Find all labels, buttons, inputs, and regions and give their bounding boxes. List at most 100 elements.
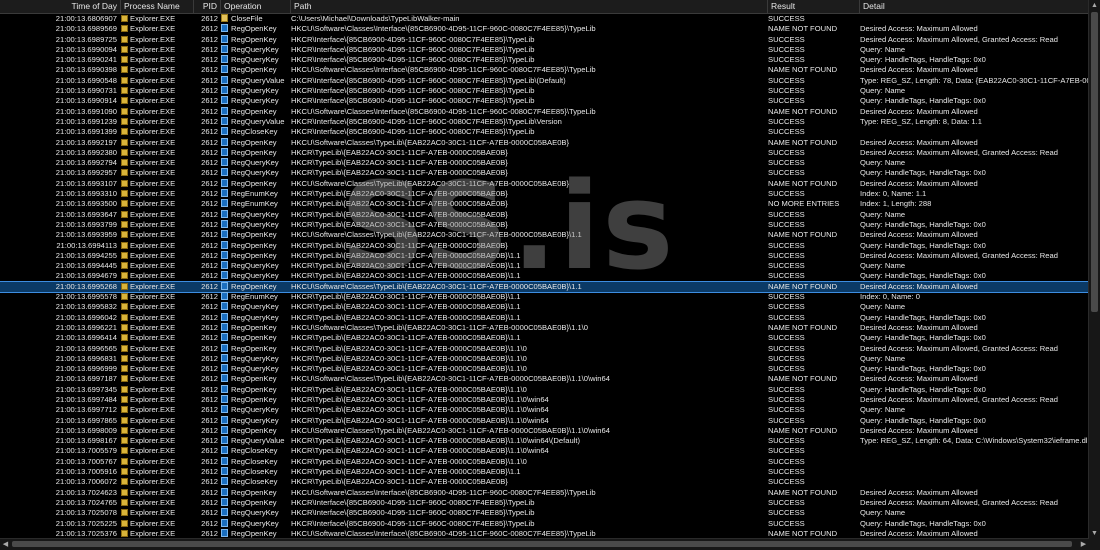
table-row[interactable]: 21:00:13.6996414 Explorer.EXE 2612 RegOpenK… (0, 333, 1089, 343)
table-row[interactable]: 21:00:13.7006072 Explorer.EXE 2612 RegClose… (0, 477, 1089, 487)
table-row[interactable]: 21:00:13.7005767 Explorer.EXE 2612 RegClose… (0, 456, 1089, 467)
table-row[interactable]: 21:00:13.6991239 Explorer.EXE 2612 RegQuery… (0, 116, 1089, 127)
operation-cell: RegQueryKey (221, 353, 289, 364)
vertical-scrollbar[interactable]: ▲ ▼ (1088, 0, 1100, 539)
scroll-right-icon[interactable]: ▶ (1078, 539, 1089, 550)
path-cell: HKCR\Interface\{85CB6900-4D95-11CF-960C-… (291, 116, 562, 126)
table-row[interactable]: 21:00:13.6997484 Explorer.EXE 2612 RegOpenK… (0, 394, 1089, 405)
pid-cell: 2612 (201, 364, 218, 374)
path-cell: HKCR\TypeLib\{EAB22AC0-30C1-11CF-A7EB-00… (291, 158, 508, 168)
operation-name: RegOpenKey (231, 240, 277, 250)
process-cell: Explorer.EXE (121, 261, 193, 271)
detail-cell (860, 457, 1089, 467)
table-row[interactable]: 21:00:13.6994679 Explorer.EXE 2612 RegQuery… (0, 271, 1089, 281)
explorer-process-icon (121, 159, 128, 167)
table-row[interactable]: 21:00:13.6994445 Explorer.EXE 2612 RegQuery… (0, 261, 1089, 271)
table-row[interactable]: 21:00:13.6806907 Explorer.EXE 2612 CloseFil… (0, 14, 1089, 24)
registry-operation-icon (221, 353, 228, 362)
time-cell: 21:00:13.6994679 (55, 271, 117, 281)
table-row[interactable]: 21:00:13.6995832 Explorer.EXE 2612 RegQuery… (0, 302, 1089, 312)
table-row[interactable]: 21:00:13.6991399 Explorer.EXE 2612 RegClose… (0, 127, 1089, 137)
operation-name: RegOpenKey (231, 343, 277, 353)
table-row[interactable]: 21:00:13.6990398 Explorer.EXE 2612 RegOpenK… (0, 65, 1089, 75)
scroll-up-icon[interactable]: ▲ (1089, 0, 1100, 11)
table-row[interactable]: 21:00:13.6993310 Explorer.EXE 2612 RegEnumK… (0, 189, 1089, 199)
operation-name: RegQueryKey (231, 158, 279, 168)
table-row[interactable]: 21:00:13.6992794 Explorer.EXE 2612 RegQuery… (0, 158, 1089, 168)
table-row[interactable]: 21:00:13.6996831 Explorer.EXE 2612 RegQuery… (0, 353, 1089, 364)
table-row[interactable]: 21:00:13.7005916 Explorer.EXE 2612 RegClose… (0, 467, 1089, 477)
table-row[interactable]: 21:00:13.7005579 Explorer.EXE 2612 RegClose… (0, 446, 1089, 456)
column-header-path[interactable]: Path (291, 0, 768, 13)
table-row[interactable]: 21:00:13.6995268 Explorer.EXE 2612 RegOpenK… (0, 280, 1089, 294)
process-name: Explorer.EXE (130, 240, 176, 250)
explorer-process-icon (121, 365, 128, 373)
process-name: Explorer.EXE (130, 394, 176, 404)
scroll-left-icon[interactable]: ◀ (0, 539, 11, 550)
table-row[interactable]: 21:00:13.6990914 Explorer.EXE 2612 RegQuery… (0, 96, 1089, 106)
table-row[interactable]: 21:00:13.6997187 Explorer.EXE 2612 RegOpenK… (0, 374, 1089, 384)
column-header-operation[interactable]: Operation (221, 0, 291, 13)
table-row[interactable]: 21:00:13.6990731 Explorer.EXE 2612 RegQuery… (0, 86, 1089, 96)
table-row[interactable]: 21:00:13.7024623 Explorer.EXE 2612 RegOpenK… (0, 487, 1089, 498)
table-row[interactable]: 21:00:13.6993647 Explorer.EXE 2612 RegQuery… (0, 209, 1089, 220)
column-header-time[interactable]: Time of Day (0, 0, 121, 13)
table-row[interactable]: 21:00:13.6992380 Explorer.EXE 2612 RegOpenK… (0, 147, 1089, 158)
table-row[interactable]: 21:00:13.6989569 Explorer.EXE 2612 RegOpenK… (0, 24, 1089, 34)
table-row[interactable]: 21:00:13.6997865 Explorer.EXE 2612 RegQuery… (0, 415, 1089, 426)
operation-name: RegOpenKey (231, 178, 277, 188)
time-cell: 21:00:13.6989569 (55, 24, 117, 34)
table-row[interactable]: 21:00:13.6993500 Explorer.EXE 2612 RegEnumK… (0, 199, 1089, 209)
time-cell: 21:00:13.6990914 (55, 96, 117, 106)
table-row[interactable]: 21:00:13.7025078 Explorer.EXE 2612 RegQuery… (0, 508, 1089, 518)
table-row[interactable]: 21:00:13.6992197 Explorer.EXE 2612 RegOpenK… (0, 137, 1089, 148)
registry-operation-icon (221, 384, 228, 393)
table-row[interactable]: 21:00:13.6991090 Explorer.EXE 2612 RegOpenK… (0, 106, 1089, 117)
column-header-pid[interactable]: PID (194, 0, 221, 13)
table-row[interactable]: 21:00:13.6990548 Explorer.EXE 2612 RegQuery… (0, 75, 1089, 86)
scroll-down-icon[interactable]: ▼ (1089, 528, 1100, 539)
table-row[interactable]: 21:00:13.6996221 Explorer.EXE 2612 RegOpenK… (0, 322, 1089, 333)
table-row[interactable]: 21:00:13.6998009 Explorer.EXE 2612 RegOpenK… (0, 425, 1089, 436)
table-row[interactable]: 21:00:13.7025225 Explorer.EXE 2612 RegQuery… (0, 518, 1089, 529)
horizontal-scrollbar[interactable]: ◀ ▶ (0, 538, 1089, 550)
table-row[interactable]: 21:00:13.6994255 Explorer.EXE 2612 RegOpenK… (0, 250, 1089, 261)
explorer-process-icon (121, 437, 128, 445)
operation-name: RegQueryKey (231, 405, 279, 415)
table-row[interactable]: 21:00:13.6996999 Explorer.EXE 2612 RegQuery… (0, 364, 1089, 374)
table-row[interactable]: 21:00:13.7024765 Explorer.EXE 2612 RegOpenK… (0, 497, 1089, 508)
operation-cell: RegQueryValue (221, 75, 289, 86)
result-cell: SUCCESS (768, 147, 805, 157)
registry-operation-icon (221, 75, 228, 84)
table-row[interactable]: 21:00:13.6990241 Explorer.EXE 2612 RegQuery… (0, 55, 1089, 65)
column-header-process[interactable]: Process Name (121, 0, 194, 13)
table-row[interactable]: 21:00:13.6997712 Explorer.EXE 2612 RegQuery… (0, 405, 1089, 415)
table-row[interactable]: 21:00:13.6996042 Explorer.EXE 2612 RegQuery… (0, 312, 1089, 323)
table-row[interactable]: 21:00:13.6995578 Explorer.EXE 2612 RegEnumK… (0, 292, 1089, 302)
explorer-process-icon (121, 231, 128, 239)
operation-cell: RegQueryKey (221, 312, 289, 323)
table-row[interactable]: 21:00:13.6996565 Explorer.EXE 2612 RegOpenK… (0, 343, 1089, 354)
table-row[interactable]: 21:00:13.6992957 Explorer.EXE 2612 RegQuery… (0, 168, 1089, 178)
path-cell: C:\Users\Michael\Downloads\TypeLibWalker… (291, 14, 460, 23)
registry-operation-icon (221, 168, 228, 177)
process-name: Explorer.EXE (130, 528, 176, 538)
time-cell: 21:00:13.7024765 (55, 497, 117, 507)
path-cell: HKCR\TypeLib\{EAB22AC0-30C1-11CF-A7EB-00… (291, 168, 508, 178)
operation-name: RegOpenKey (231, 106, 277, 116)
table-row[interactable]: 21:00:13.6994113 Explorer.EXE 2612 RegOpenK… (0, 240, 1089, 251)
table-row[interactable]: 21:00:13.6997345 Explorer.EXE 2612 RegOpenK… (0, 384, 1089, 395)
table-row[interactable]: 21:00:13.6989725 Explorer.EXE 2612 RegOpenK… (0, 34, 1089, 45)
registry-operation-icon (221, 312, 228, 321)
table-row[interactable]: 21:00:13.6998167 Explorer.EXE 2612 RegQuery… (0, 436, 1089, 446)
column-header-detail[interactable]: Detail (860, 0, 1089, 13)
horizontal-scroll-thumb[interactable] (12, 541, 1072, 547)
event-grid[interactable]: Time of Day Process Name PID Operation P… (0, 0, 1089, 539)
table-row[interactable]: 21:00:13.6993107 Explorer.EXE 2612 RegOpenK… (0, 178, 1089, 189)
table-row[interactable]: 21:00:13.6990094 Explorer.EXE 2612 RegQuery… (0, 44, 1089, 55)
vertical-scroll-thumb[interactable] (1091, 12, 1098, 312)
table-row[interactable]: 21:00:13.6993799 Explorer.EXE 2612 RegQuery… (0, 219, 1089, 230)
column-header-result[interactable]: Result (768, 0, 860, 13)
table-row[interactable]: 21:00:13.6993959 Explorer.EXE 2612 RegOpenK… (0, 230, 1089, 240)
explorer-process-icon (121, 210, 128, 218)
